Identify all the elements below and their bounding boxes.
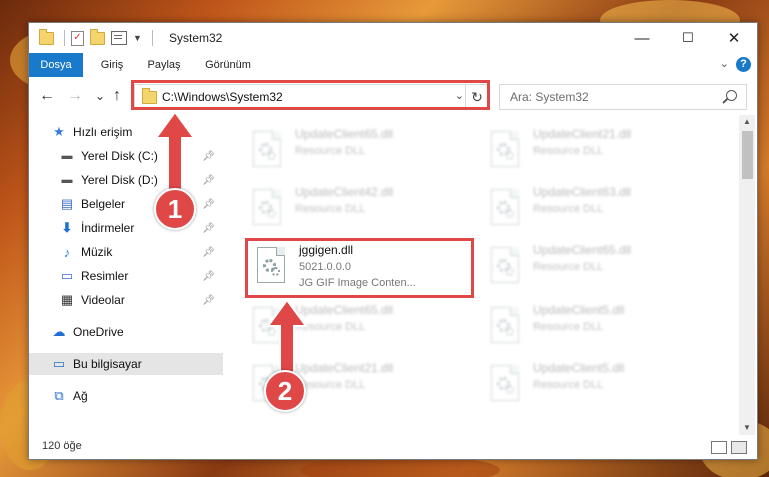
dll-file-icon <box>487 307 523 347</box>
address-bar-highlight <box>131 80 490 110</box>
customize-dropdown-icon[interactable]: ▼ <box>133 33 142 43</box>
star-icon: ★ <box>53 124 65 139</box>
tab-view[interactable]: Görünüm <box>197 53 259 77</box>
tab-home[interactable]: Giriş <box>87 53 137 77</box>
pin-icon[interactable]: 📌︎ <box>202 199 215 210</box>
scrollbar-thumb[interactable] <box>742 131 753 179</box>
toolbar-divider <box>64 30 65 46</box>
toolbar-divider <box>151 30 153 46</box>
pin-icon[interactable]: 📌︎ <box>202 223 215 234</box>
back-icon[interactable]: ← <box>39 87 55 105</box>
search-box[interactable]: Ara: System32 <box>499 84 747 110</box>
arrow-up-icon <box>154 110 196 197</box>
forward-icon[interactable]: → <box>67 87 83 105</box>
step-badge-1: 1 <box>154 188 196 230</box>
sidebar-item-music[interactable]: ♪ Müzik 📌︎ <box>29 241 223 263</box>
search-icon[interactable] <box>726 90 737 101</box>
checkmark-icon[interactable]: ✓ <box>71 30 84 46</box>
scroll-up-icon[interactable]: ▲ <box>739 115 755 129</box>
file-item[interactable]: UpdateClient63.dll Resource DLL <box>487 181 717 237</box>
up-icon[interactable]: ↑ <box>113 87 121 105</box>
recent-locations-icon[interactable]: ⌄ <box>95 89 105 103</box>
dll-file-icon <box>487 247 523 287</box>
sidebar-item-this-pc[interactable]: ▭ Bu bilgisayar <box>29 353 223 375</box>
pictures-icon: ▭ <box>60 268 74 283</box>
file-item[interactable]: UpdateClient65.dll Resource DLL <box>487 239 717 295</box>
dll-file-icon <box>487 131 523 171</box>
file-highlight <box>245 238 474 298</box>
details-view-icon[interactable] <box>711 441 727 454</box>
file-item[interactable]: UpdateClient42.dll Resource DLL <box>249 181 479 237</box>
pin-icon[interactable]: 📌︎ <box>202 295 215 306</box>
step-badge-2: 2 <box>264 370 306 412</box>
ribbon-tabs: Dosya Giriş Paylaş Görünüm ⌄ ? <box>29 53 757 78</box>
download-icon: ⬇ <box>61 220 73 235</box>
status-bar: 120 öğe <box>29 435 757 459</box>
dll-file-icon <box>249 189 285 229</box>
documents-icon: ▤ <box>60 196 74 211</box>
sidebar-item-videos[interactable]: ▦ Videolar 📌︎ <box>29 289 223 311</box>
sidebar-item-onedrive[interactable]: ☁ OneDrive <box>29 321 223 343</box>
help-icon[interactable]: ? <box>736 57 751 72</box>
videos-icon: ▦ <box>60 292 74 307</box>
scroll-down-icon[interactable]: ▼ <box>739 421 755 435</box>
properties-icon[interactable] <box>111 31 127 45</box>
dll-file-icon <box>487 189 523 229</box>
title-bar: ✓ ▼ System32 — ☐ ✕ <box>29 23 757 53</box>
folder-icon[interactable] <box>39 28 54 45</box>
file-item[interactable]: UpdateClient65.dll Resource DLL <box>249 123 479 179</box>
vertical-scrollbar[interactable]: ▲ ▼ <box>739 115 755 435</box>
dll-file-icon <box>487 365 523 405</box>
new-folder-icon[interactable] <box>90 28 105 45</box>
window-title: System32 <box>169 31 223 45</box>
pin-icon[interactable]: 📌︎ <box>202 271 215 282</box>
file-item[interactable]: UpdateClient21.dll Resource DLL <box>487 123 717 179</box>
music-icon: ♪ <box>63 244 71 260</box>
quick-access-toolbar: ✓ ▼ <box>39 28 153 46</box>
drive-icon: ▬ <box>61 174 73 186</box>
computer-icon: ▭ <box>52 356 66 371</box>
expand-ribbon-icon[interactable]: ⌄ <box>720 57 729 70</box>
file-item[interactable]: UpdateClient5.dll Resource DLL <box>487 357 717 413</box>
tab-share[interactable]: Paylaş <box>137 53 191 77</box>
item-count: 120 öğe <box>42 440 82 452</box>
search-input[interactable]: Ara: System32 <box>510 90 589 104</box>
maximize-button[interactable]: ☐ <box>665 23 711 53</box>
drive-icon: ▬ <box>61 150 73 162</box>
pin-icon[interactable]: 📌︎ <box>202 151 215 162</box>
file-item[interactable]: UpdateClient5.dll Resource DLL <box>487 299 717 355</box>
close-button[interactable]: ✕ <box>711 23 757 53</box>
large-icons-view-icon[interactable] <box>731 441 747 454</box>
pin-icon[interactable]: 📌︎ <box>202 247 215 258</box>
network-icon: ⧉ <box>54 388 64 403</box>
dll-file-icon <box>249 131 285 171</box>
minimize-button[interactable]: — <box>619 23 665 53</box>
pin-icon[interactable]: 📌︎ <box>202 175 215 186</box>
sidebar-item-downloads[interactable]: ⬇ İndirmeler 📌︎ <box>29 217 223 239</box>
cloud-icon: ☁ <box>52 324 66 339</box>
sidebar-item-pictures[interactable]: ▭ Resimler 📌︎ <box>29 265 223 287</box>
tab-file[interactable]: Dosya <box>29 53 83 77</box>
sidebar-item-network[interactable]: ⧉ Ağ <box>29 385 223 407</box>
